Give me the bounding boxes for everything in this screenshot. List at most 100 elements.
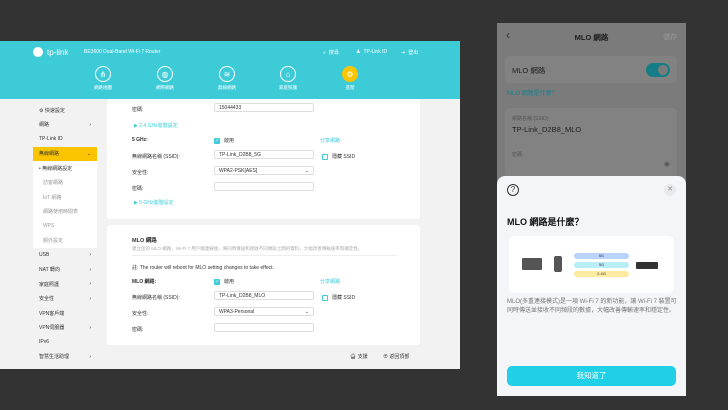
share-network-link[interactable]: 分享網路 [320,278,340,285]
value: WPA3-Personal [219,309,255,315]
help-icon: ? [507,184,519,196]
ssid-label: 網路名稱 (SSID) [512,116,549,122]
band-5g: 5G [574,262,629,268]
label: 網路 [39,122,50,129]
label: IoT 網路 [43,194,62,201]
sidebar-item-ipv6[interactable]: IPv6 [33,335,97,350]
ssid-mlo-input[interactable]: TP-Link_D2B8_MLO [214,291,314,300]
logout-link[interactable]: ⇥ 登出 [401,49,418,57]
sidebar-sub-schedule[interactable]: 網路使用時間表 [33,205,97,220]
sidebar-item-nat[interactable]: NAT 轉向 › [33,263,97,278]
sidebar-sub-extra[interactable]: 額外設定 [33,234,97,249]
sidebar-item-usb[interactable]: USB › [33,248,97,263]
nav-homecare[interactable]: ⌂ 家庭照護 [268,66,308,91]
sidebar-item-vpn-server[interactable]: VPN伺服器 › [33,321,97,336]
band-5g-label: 5 GHz: [132,137,148,143]
mlo-info-sheet: ? ✕ MLO 網路是什麼？ 6G 5G 2.4G MLO(多重連接模式)是一項… [497,176,686,396]
security-5g-select[interactable]: WPA2-PSK[AES] ⌄ [214,166,314,175]
label: TP-Link ID [39,136,63,143]
search-label: 搜尋 [328,50,339,56]
security-mlo-select[interactable]: WPA3-Personal ⌄ [214,307,314,316]
ssid-label: 無線網路名稱 (SSID): [132,154,180,160]
credentials-card: 網路名稱 (SSID) TP-Link_D2B8_MLO 密碼 ◉ [505,108,677,178]
chevron-right-icon: › [89,295,91,302]
eye-off-icon[interactable]: ◉ [664,160,670,168]
home-icon: ⌂ [280,66,296,82]
label: 額外設定 [43,238,64,245]
sidebar-item-wireless[interactable]: 無線網路 ⌄ [33,146,97,161]
label: 啟用 [224,138,235,144]
mlo-title: MLO 網路 [132,238,157,244]
sidebar-sub-wps[interactable]: WPS [33,219,97,234]
nav-network-map[interactable]: ⋔ 網路地圖 [83,66,123,91]
label: 訪客網路 [43,180,64,187]
password-5g-input[interactable] [214,182,314,191]
router-web-ui: tp-link BE3600 Dual-Band Wi-Fi 7 Router … [0,41,460,369]
nav-advanced[interactable]: ⚙ 進階 [330,66,370,91]
sidebar-sub-iot[interactable]: IoT 網路 [33,190,97,205]
search-link[interactable]: ⌕ 搜尋 [323,49,339,57]
check-icon: ✓ [214,278,220,285]
sidebar-sub-guest[interactable]: 訪客網路 [33,176,97,191]
mlo-description: 建立您的 MLO 網路，Wi-Fi 7 用戶端連線後，將同時傳送和接收不同頻段之… [132,246,397,256]
chevron-right-icon: › [89,266,91,273]
support-link[interactable]: 🎧︎ 支援 [350,353,368,360]
label: VPN伺服器 [39,325,65,332]
share-network-link[interactable]: 分享網路 [320,137,340,144]
sidebar-item-smart-life[interactable]: 智慧生活助理 › [33,350,97,365]
label: 無線網路設定 [42,165,73,172]
sidebar-sub-wireless-settings[interactable]: • 無線網路設定 [33,161,97,176]
password-label: 密碼: [132,186,144,192]
label: 家庭照護 [39,281,60,288]
enable-mlo-checkbox[interactable]: ✓ 啟用 [214,278,234,285]
nav-wireless[interactable]: ≋ 無線網路 [207,66,247,91]
tplink-id-link[interactable]: ♟ TP-Link ID [356,49,387,55]
enable-5g-checkbox[interactable]: ✓ 啟用 [214,137,234,144]
chevron-down-icon: ⌄ [304,309,309,315]
hide-ssid-checkbox[interactable]: 隱藏 SSID [322,153,355,160]
band-24g: 2.4G [574,271,629,277]
back-to-top-link[interactable]: ⊕ 返回頂部 [383,353,409,360]
password-24-input[interactable]: 15044433 [214,103,314,112]
chevron-down-icon: ⌄ [86,150,91,157]
got-it-button[interactable]: 我知道了 [507,366,676,386]
mlo-toggle[interactable] [646,63,670,77]
ssid-label: 無線網路名稱 (SSID): [132,295,180,301]
password-label: 密碼: [132,327,144,333]
label: 返回頂部 [389,354,410,360]
nav-internet[interactable]: ◍ 網際網路 [145,66,185,91]
close-icon[interactable]: ✕ [664,184,676,196]
ssid-value[interactable]: TP-Link_D2B8_MLO [512,125,581,134]
mobile-app: ‹ MLO 網路 儲存 MLO 網路 MLO 網路是什麼？ 網路名稱 (SSID… [497,23,686,396]
label: 啟用 [224,279,235,285]
headset-icon: 🎧︎ [350,354,357,360]
checkbox-icon [322,153,328,160]
mlo-toggle-row: MLO 網路 [505,56,677,83]
sidebar-item-homecare[interactable]: 家庭照護 › [33,277,97,292]
arrow-up-icon: ⊕ [383,354,389,360]
sidebar-item-tplink-id[interactable]: TP-Link ID [33,132,97,147]
hide-ssid-checkbox[interactable]: 隱藏 SSID [322,294,355,301]
phone-icon [554,256,562,272]
adv-24-link[interactable]: ▶ 2.4 GHz進階設定 [134,122,178,129]
sidebar-item-security[interactable]: 安全性 › [33,292,97,307]
ssid-5g-input[interactable]: TP-Link_D2B8_5G [214,150,314,159]
mlo-label: MLO 網路: [132,279,157,285]
logout-icon: ⇥ [401,49,406,56]
mlo-card: MLO 網路 建立您的 MLO 網路，Wi-Fi 7 用戶端連線後，將同時傳送和… [107,225,420,345]
adv-5-link[interactable]: ▶ 5 GHz進階設定 [134,199,173,206]
what-is-mlo-link[interactable]: MLO 網路是什麼？ [507,88,558,97]
password-mlo-input[interactable] [214,323,314,332]
label: NAT 轉向 [39,267,60,274]
sidebar-item-vpn-client[interactable]: VPN客戶端 [33,306,97,321]
header: tp-link BE3600 Dual-Band Wi-Fi 7 Router … [0,41,460,99]
save-button[interactable]: 儲存 [663,32,677,42]
laptop-icon [522,258,542,270]
label: 隱藏 SSID [332,154,356,160]
mlo-illustration: 6G 5G 2.4G [509,236,674,293]
search-icon: ⌕ [323,49,326,56]
sidebar-item-quick-setup[interactable]: ⚙ 快速設定 [33,103,97,118]
wireless-submenu: • 無線網路設定 訪客網路 IoT 網路 網路使用時間表 WPS 額外設定 [33,161,97,248]
sidebar-item-network[interactable]: 網路 › [33,118,97,133]
user-icon: ♟ [356,49,361,55]
